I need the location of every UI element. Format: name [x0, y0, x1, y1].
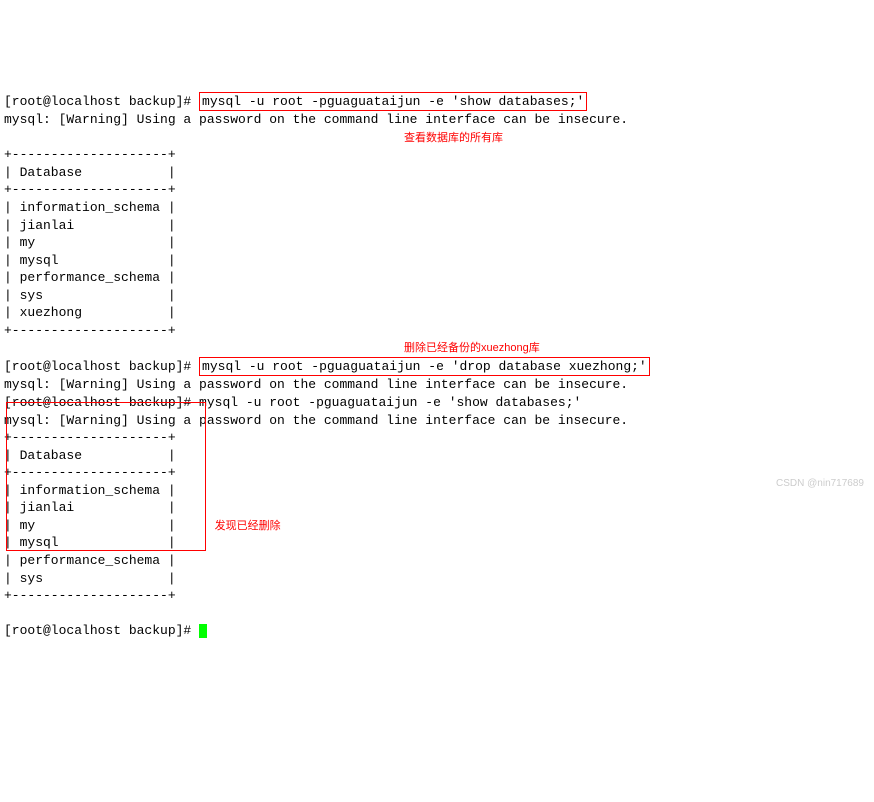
table-border: +--------------------+ — [4, 465, 176, 480]
table-header: | Database | — [4, 448, 176, 463]
prompt: [root@localhost backup]# — [4, 94, 199, 109]
db-row: | performance_schema | — [4, 553, 176, 568]
db-row: | sys | — [4, 288, 176, 303]
db-row: | jianlai | — [4, 500, 176, 515]
db-row: | mysql | — [4, 253, 176, 268]
annotation-delete-db: 删除已经备份的xuezhong库 — [404, 341, 540, 356]
table-border: +--------------------+ — [4, 430, 176, 445]
command-highlight: mysql -u root -pguaguataijun -e 'drop da… — [199, 357, 650, 377]
cursor-icon[interactable] — [199, 624, 207, 638]
table-border: +--------------------+ — [4, 323, 176, 338]
command-text: mysql -u root -pguaguataijun -e 'show da… — [199, 395, 581, 410]
db-row: | performance_schema | — [4, 270, 176, 285]
warning-line: mysql: [Warning] Using a password on the… — [4, 377, 628, 392]
db-row: | sys | — [4, 571, 176, 586]
watermark: CSDN @nin717689 — [776, 477, 864, 491]
table-border: +--------------------+ — [4, 588, 176, 603]
db-row: | information_schema | — [4, 483, 176, 498]
db-row: | mysql | — [4, 535, 176, 550]
db-row: | xuezhong | — [4, 305, 176, 320]
annotation-view-db: 查看数据库的所有库 — [404, 131, 503, 146]
db-row: | information_schema | — [4, 200, 176, 215]
table-border: +--------------------+ — [4, 147, 176, 162]
db-row: | my | — [4, 235, 176, 250]
command-text: mysql -u root -pguaguataijun -e 'show da… — [202, 94, 584, 109]
command-highlight: mysql -u root -pguaguataijun -e 'show da… — [199, 92, 587, 112]
table-header: | Database | — [4, 165, 176, 180]
terminal-output: [root@localhost backup]# mysql -u root -… — [4, 74, 870, 675]
command-text: mysql -u root -pguaguataijun -e 'drop da… — [202, 359, 647, 374]
warning-line: mysql: [Warning] Using a password on the… — [4, 413, 628, 428]
annotation-deleted: 发现已经删除 — [215, 519, 281, 534]
prompt: [root@localhost backup]# — [4, 359, 199, 374]
warning-line: mysql: [Warning] Using a password on the… — [4, 112, 628, 127]
db-row: | my | — [4, 518, 176, 533]
table-border: +--------------------+ — [4, 182, 176, 197]
prompt: [root@localhost backup]# — [4, 623, 199, 638]
prompt: [root@localhost backup]# — [4, 395, 199, 410]
db-row: | jianlai | — [4, 218, 176, 233]
